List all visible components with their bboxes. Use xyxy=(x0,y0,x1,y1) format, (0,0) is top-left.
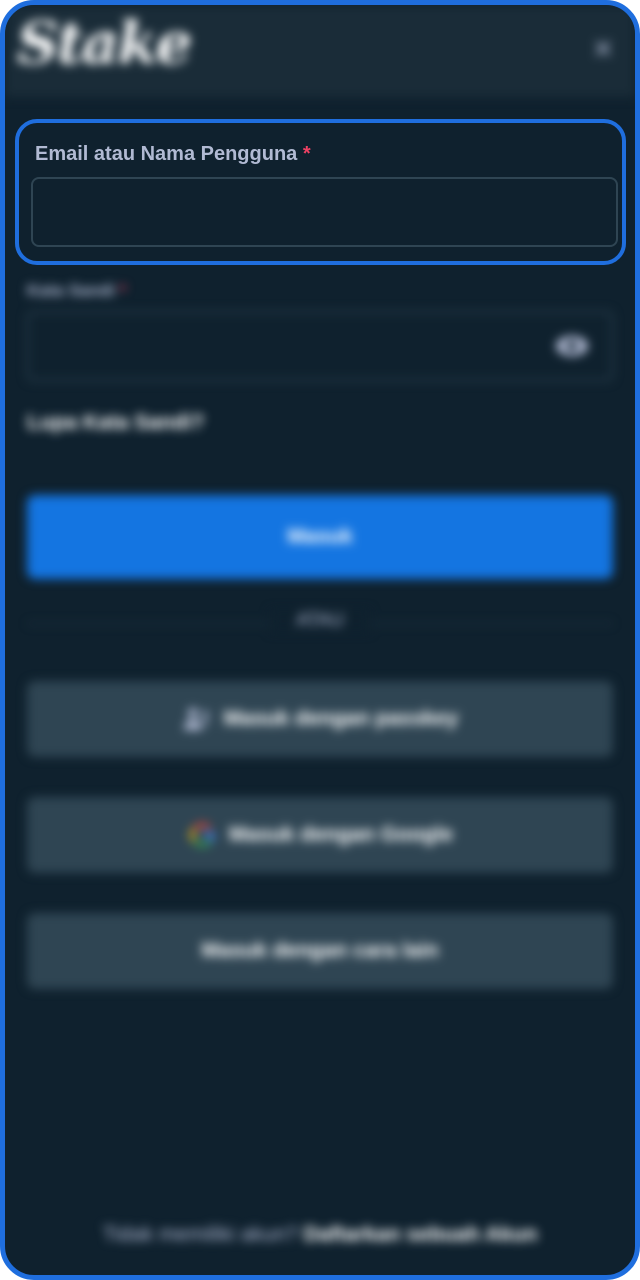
password-label-text: Kata Sandi xyxy=(27,281,115,300)
password-label: Kata Sandi * xyxy=(27,281,126,301)
stake-logo: Stake xyxy=(17,9,192,77)
password-required-mark: * xyxy=(119,281,127,300)
other-login-button-label: Masuk dengan cara lain xyxy=(201,939,439,962)
login-button-label: Masuk xyxy=(287,525,353,548)
google-button[interactable]: Masuk dengan Google xyxy=(27,797,613,873)
app-frame: Stake × Kata Sandi * Lupa Kata Sandi? Ma… xyxy=(0,0,640,1280)
other-login-button[interactable]: Masuk dengan cara lain xyxy=(27,913,613,989)
passkey-button[interactable]: Masuk dengan passkey xyxy=(27,681,613,757)
footer: Tidak memiliki akun? Daftarkan sebuah Ak… xyxy=(5,1223,635,1247)
passkey-icon xyxy=(183,708,209,730)
eye-icon[interactable] xyxy=(555,335,589,357)
divider-text: ATAU xyxy=(270,610,370,632)
footer-prompt: Tidak memiliki akun? xyxy=(102,1223,298,1246)
email-required-mark: * xyxy=(302,143,311,165)
email-label-text: Email atau Nama Pengguna xyxy=(35,143,298,165)
forgot-password-link[interactable]: Lupa Kata Sandi? xyxy=(27,411,204,435)
header: Stake × xyxy=(5,5,635,97)
email-field-highlight: Email atau Nama Pengguna * xyxy=(15,119,626,265)
passkey-button-label: Masuk dengan passkey xyxy=(223,707,459,730)
email-label: Email atau Nama Pengguna * xyxy=(35,143,311,166)
register-link[interactable]: Daftarkan sebuah Akun xyxy=(304,1223,538,1246)
google-icon xyxy=(189,822,214,848)
close-icon[interactable]: × xyxy=(585,31,621,67)
password-input[interactable] xyxy=(27,311,613,381)
google-button-label: Masuk dengan Google xyxy=(228,823,454,846)
email-input[interactable] xyxy=(31,177,618,247)
login-button[interactable]: Masuk xyxy=(27,495,613,579)
